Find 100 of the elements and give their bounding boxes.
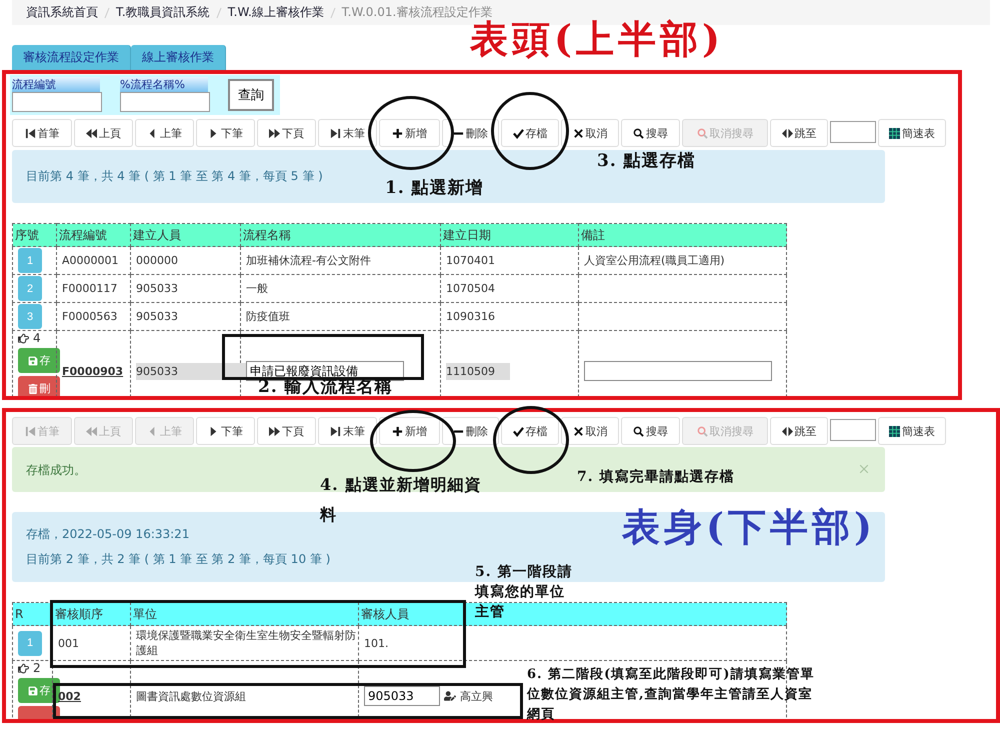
annotation-note: 7. 填寫完畢請點選存檔	[577, 468, 735, 487]
section-title: 表身(下半部)	[622, 508, 876, 546]
toolbar-button[interactable]: 存檔	[501, 119, 559, 147]
close-icon	[572, 128, 584, 138]
table-cell: A0000001	[62, 254, 119, 267]
double-left-icon	[86, 426, 97, 436]
column-header: 建立日期	[440, 224, 578, 246]
toolbar-button[interactable]: 跳至	[770, 417, 828, 445]
record-info: 目前第 2 筆，共 2 筆 ( 第 1 筆 至 第 2 筆，每頁 10 筆 )	[26, 551, 332, 568]
double-right-icon	[269, 128, 280, 138]
table-cell: 防疫值班	[246, 310, 290, 323]
column-header: R	[12, 602, 52, 626]
query-field[interactable]	[12, 92, 102, 112]
grid-icon	[889, 128, 900, 138]
column-header: 流程名稱	[240, 224, 440, 246]
column-header: 單位	[130, 602, 358, 626]
toolbar-button[interactable]: 簡速表	[878, 417, 946, 445]
query-button[interactable]: 查詢	[228, 79, 274, 111]
plus-icon	[392, 128, 403, 138]
breadcrumb-link[interactable]: T.W.線上審核作業	[228, 4, 324, 21]
table-cell: 一般	[246, 282, 268, 295]
toolbar-button[interactable]: 刪除	[442, 417, 499, 445]
annotation-note: 3. 點選存檔	[597, 150, 697, 173]
breadcrumb-link[interactable]: T.教職員資訊系統	[116, 4, 210, 21]
toolbar-button[interactable]: 新增	[379, 417, 440, 445]
tab[interactable]: 線上審核作業	[131, 45, 226, 70]
annotation-note: 5. 第一階段請填寫您的單位主管	[475, 563, 574, 622]
table-cell: 圖書資訊處數位資源組	[136, 690, 246, 702]
search-icon	[633, 128, 644, 138]
toolbar-button[interactable]: 刪除	[442, 119, 499, 147]
search-icon	[696, 128, 708, 138]
record-info: 目前第 4 筆，共 4 筆 ( 第 1 筆 至 第 4 筆，每頁 5 筆 )	[26, 168, 324, 185]
toolbar-button[interactable]: 取消	[561, 119, 619, 147]
toolbar-button[interactable]: 上頁	[74, 119, 133, 147]
row-number: 4	[33, 331, 41, 345]
trash-icon	[28, 384, 38, 394]
plus-icon	[392, 426, 403, 436]
field-label: 流程編號	[12, 77, 100, 92]
toolbar-button[interactable]: 上筆	[135, 119, 194, 147]
toolbar-button[interactable]: 搜尋	[621, 417, 680, 445]
search-icon	[633, 426, 644, 436]
table-cell: F0000563	[62, 310, 118, 323]
grid-icon	[889, 426, 900, 436]
query-field[interactable]	[120, 92, 210, 112]
annotation-note: 6. 第二階段(填寫至此階段即可)請填寫業管單位數位資源組主管,查詢當學年主管請至人資室網頁	[527, 666, 816, 724]
table-cell: 1090316	[446, 310, 495, 323]
toolbar-button[interactable]: 末筆	[318, 417, 377, 445]
table-cell: 000000	[136, 254, 178, 267]
check-icon	[512, 426, 524, 436]
column-header: 備註	[578, 224, 786, 246]
toolbar-button[interactable]: 存檔	[501, 417, 559, 445]
right-icon	[208, 426, 219, 436]
annotation-note: 4. 點選並新增明細資料	[320, 474, 482, 526]
toolbar-button[interactable]: 簡速表	[878, 119, 946, 147]
jump-field[interactable]	[830, 121, 876, 143]
record-info: 存檔，2022-05-09 16:33:21	[26, 526, 190, 543]
double-right-icon	[269, 426, 280, 436]
toolbar-button[interactable]: 下筆	[196, 119, 255, 147]
reviewer-field[interactable]: 905033	[364, 686, 440, 706]
floppy-icon	[28, 356, 38, 366]
table-cell: 905033	[136, 282, 178, 295]
floppy-icon	[28, 686, 38, 696]
toolbar-button[interactable]: 末筆	[318, 119, 377, 147]
toolbar-button[interactable]: 取消	[561, 417, 619, 445]
toolbar-button[interactable]: 下筆	[196, 417, 255, 445]
left-right-icon	[782, 128, 792, 138]
column-header: 序號	[12, 224, 56, 246]
remark-field[interactable]	[584, 361, 772, 381]
toolbar-button[interactable]: 新增	[379, 119, 440, 147]
search-icon	[696, 426, 708, 436]
row-number: 2	[33, 661, 41, 675]
last-icon	[330, 426, 341, 436]
table-cell: 環境保護暨職業安全衛生室生物安全暨輻射防護組	[136, 629, 356, 657]
column-header: 審核順序	[52, 602, 130, 626]
check-icon	[512, 128, 524, 138]
breadcrumb-link[interactable]: 資訊系統首頁	[26, 4, 98, 21]
table-cell: 1070504	[446, 282, 495, 295]
toolbar-button[interactable]: 下頁	[257, 417, 316, 445]
first-icon	[24, 128, 36, 138]
close-icon[interactable]	[857, 462, 871, 476]
last-icon	[330, 128, 341, 138]
toolbar-button[interactable]: 跳至	[770, 119, 828, 147]
table-cell: 1110509	[446, 362, 510, 380]
table-cell: F0000117	[62, 282, 118, 295]
hand-pointer-icon	[18, 662, 29, 674]
reviewer-name: 高立興	[460, 688, 493, 704]
table-cell: 人資室公用流程(職員工適用)	[584, 254, 725, 267]
toolbar-button[interactable]: 下頁	[257, 119, 316, 147]
tab[interactable]: 審核流程設定作業	[12, 45, 131, 70]
jump-field[interactable]	[830, 419, 876, 441]
table-cell: 加班補休流程-有公文附件	[246, 254, 371, 267]
table-cell: 905033	[136, 362, 248, 380]
slash-icon	[216, 6, 222, 18]
person-pick-icon[interactable]	[444, 690, 456, 702]
alert-message: 存檔成功。	[26, 462, 86, 479]
toolbar-button[interactable]: 搜尋	[621, 119, 680, 147]
toolbar-button[interactable]: 首筆	[12, 119, 72, 147]
delete-button[interactable]: 刪	[18, 376, 60, 396]
slash-icon	[330, 6, 336, 18]
left-right-icon	[782, 426, 792, 436]
